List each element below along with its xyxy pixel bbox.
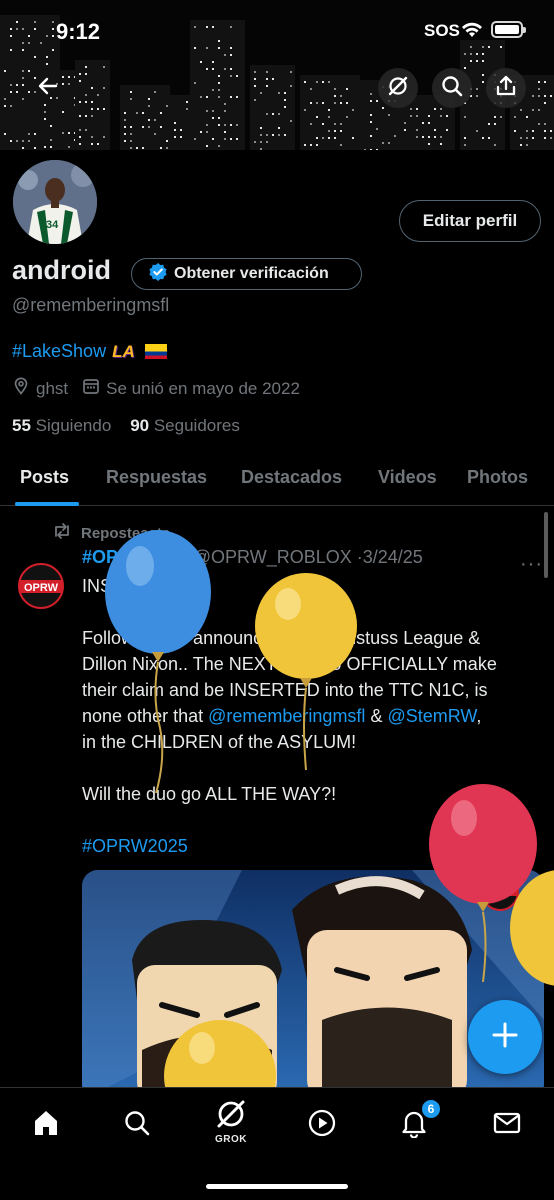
followers-label: Seguidores bbox=[153, 416, 240, 435]
mail-icon bbox=[492, 1110, 522, 1141]
status-sos: SOS bbox=[424, 21, 460, 40]
nav-search[interactable] bbox=[117, 1105, 157, 1145]
notifications-badge: 6 bbox=[420, 1098, 442, 1120]
get-verified-button[interactable]: Obtener verificación bbox=[131, 258, 362, 290]
arrow-left-icon bbox=[36, 74, 60, 103]
profile-avatar[interactable]: 34 bbox=[10, 157, 100, 247]
tweet-hashtag-text: #OPRW2025 bbox=[82, 836, 188, 856]
following-label: Siguiendo bbox=[35, 416, 112, 435]
balloon-blue bbox=[105, 530, 211, 794]
tweet-date[interactable]: 3/24/25 bbox=[363, 547, 423, 567]
profile-handle: @rememberingmsfl bbox=[12, 295, 170, 315]
active-tab-indicator bbox=[15, 502, 79, 506]
tweet-author-avatar[interactable]: OPRW bbox=[12, 562, 72, 610]
bio-hashtag-link[interactable]: #LakeShow bbox=[12, 341, 106, 362]
tab-highlights[interactable]: Destacados bbox=[241, 467, 342, 488]
grok-button[interactable] bbox=[378, 68, 418, 108]
edit-profile-button[interactable]: Editar perfil bbox=[399, 200, 541, 242]
followers-count: 90 bbox=[130, 416, 150, 435]
mention-join: & bbox=[365, 706, 388, 726]
followers-link[interactable]: 90 Seguidores bbox=[130, 416, 240, 435]
grok-label: GROK bbox=[215, 1134, 247, 1145]
plus-icon bbox=[491, 1021, 519, 1054]
nav-messages[interactable] bbox=[487, 1105, 527, 1145]
more-options-icon[interactable]: ··· bbox=[520, 553, 543, 576]
tweet-avatar-logo-text: OPRW bbox=[24, 582, 59, 594]
share-icon bbox=[494, 74, 518, 103]
tab-posts[interactable]: Posts bbox=[20, 467, 69, 488]
lakers-emoji: LA bbox=[112, 341, 135, 361]
back-button[interactable] bbox=[28, 68, 68, 108]
search-icon bbox=[123, 1109, 151, 1142]
wifi-icon bbox=[460, 20, 484, 43]
profile-meta: ghst Se unió en mayo de 2022 bbox=[12, 377, 314, 400]
compose-post-button[interactable] bbox=[468, 1000, 542, 1074]
scrollbar[interactable] bbox=[544, 512, 548, 578]
location-icon bbox=[12, 377, 36, 400]
grok-icon bbox=[214, 1097, 248, 1136]
following-count: 55 bbox=[12, 416, 31, 435]
search-button[interactable] bbox=[432, 68, 472, 108]
tweet-hashtag-link[interactable]: #OPRW2025 bbox=[82, 833, 188, 859]
balloon-yellow-bottom bbox=[164, 1020, 276, 1088]
status-time: 9:12 bbox=[56, 19, 101, 44]
nav-home[interactable] bbox=[26, 1105, 66, 1145]
get-verified-label: Obtener verificación bbox=[174, 265, 329, 282]
verified-badge-icon bbox=[148, 262, 168, 287]
calendar-icon bbox=[82, 377, 106, 400]
tab-photos[interactable]: Photos bbox=[467, 467, 528, 488]
play-icon bbox=[307, 1108, 337, 1143]
tab-replies[interactable]: Respuestas bbox=[106, 467, 207, 488]
profile-location: ghst bbox=[36, 378, 69, 398]
status-bar: 9:12 SOS bbox=[0, 0, 554, 60]
home-indicator bbox=[206, 1184, 348, 1189]
grok-icon bbox=[386, 74, 410, 103]
share-button[interactable] bbox=[486, 68, 526, 108]
svg-text:34: 34 bbox=[46, 219, 59, 231]
colombia-flag-emoji bbox=[144, 344, 167, 359]
follow-stats: 55 Siguiendo 90 Seguidores bbox=[12, 416, 240, 436]
repost-icon bbox=[52, 522, 81, 544]
profile-join-date: Se unió en mayo de 2022 bbox=[106, 378, 300, 398]
home-icon bbox=[31, 1108, 61, 1143]
mention-tail: , bbox=[476, 706, 482, 726]
following-link[interactable]: 55 Siguiendo bbox=[12, 416, 111, 435]
balloon-yellow bbox=[255, 573, 357, 771]
nav-video[interactable] bbox=[302, 1105, 342, 1145]
profile-bio: #LakeShow LA bbox=[12, 341, 167, 362]
profile-display-name: android bbox=[12, 255, 111, 285]
balloon-yellow-edge bbox=[510, 870, 554, 986]
profile-tabs: Posts Respuestas Destacados Videos Photo… bbox=[0, 452, 554, 506]
battery-icon bbox=[491, 21, 526, 38]
mention-stemrw[interactable]: @StemRW bbox=[387, 706, 476, 726]
nav-grok[interactable] bbox=[211, 1096, 251, 1136]
search-icon bbox=[440, 74, 464, 103]
tab-videos[interactable]: Videos bbox=[378, 467, 437, 488]
